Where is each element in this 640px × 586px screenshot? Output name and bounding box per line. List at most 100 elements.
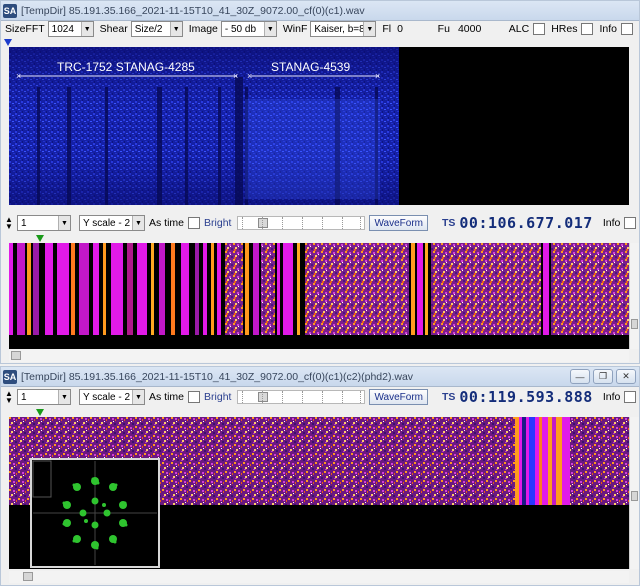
spectrum-window-2: SA [TempDir] 85.191.35.166_2021-11-15T10…	[0, 366, 640, 586]
bright-label-2: Bright	[204, 391, 232, 403]
yscale-value-2: Y scale - 2	[83, 391, 131, 403]
image-group: Image - 50 db ▼	[189, 21, 277, 37]
sizefft-label: SizeFFT	[5, 23, 45, 35]
timestamp-value: 00:106.677.017	[459, 214, 593, 232]
vertical-scrollbar-thumb-2[interactable]	[631, 491, 638, 501]
chevron-down-icon: ▼	[169, 22, 182, 36]
winf-select[interactable]: Kaiser, b=8 ▼	[310, 21, 377, 37]
fl-value[interactable]: 0	[397, 23, 403, 35]
spectrogram-panel[interactable]: × × × × TRC-1752 STANAG-4285 STANAG-4539	[9, 47, 629, 205]
bright-slider-thumb-2[interactable]	[258, 392, 269, 402]
horizontal-scrollbar-2[interactable]	[9, 571, 629, 583]
vertical-scrollbar-thumb-1[interactable]	[631, 319, 638, 329]
restore-icon[interactable]: ❐	[593, 369, 613, 384]
window-2-titlebar[interactable]: SA [TempDir] 85.191.35.166_2021-11-15T10…	[1, 367, 639, 387]
spectrum-toolbar: SizeFFT 1024 ▼ Shear Size/2 ▼ Image - 50 d…	[1, 19, 639, 39]
bright-slider-2[interactable]	[237, 390, 366, 404]
horizontal-scrollbar-thumb-1[interactable]	[11, 351, 21, 360]
yscale-value: Y scale - 2	[83, 217, 131, 229]
info-label: Info	[602, 217, 621, 229]
phase-plot-baseline	[9, 335, 629, 349]
playhead-marker-icon[interactable]	[36, 409, 44, 416]
winf-value: Kaiser, b=8	[314, 23, 365, 35]
chevron-down-icon: ▼	[58, 390, 70, 404]
fu-group: Fu 4000	[438, 23, 503, 35]
image-db-value: - 50 db	[224, 23, 257, 35]
minimize-icon[interactable]: —	[570, 369, 590, 384]
shear-group: Shear Size/2 ▼	[100, 21, 183, 37]
horizontal-scrollbar-1[interactable]	[9, 350, 629, 362]
info-checkbox-top[interactable]	[621, 23, 633, 35]
yscale-select-2[interactable]: Y scale - 2 ▼	[79, 389, 145, 405]
image-label: Image	[188, 23, 218, 35]
channel-spin-input[interactable]: 1 ▼	[17, 215, 71, 231]
hres-checkbox[interactable]	[581, 23, 594, 35]
waveform-controls-1: ▲ ▼ 1 ▼ Y scale - 2 ▼ As time Bright WaveFo…	[1, 213, 639, 233]
svg-text:×: ×	[233, 71, 238, 81]
frequency-ruler[interactable]	[1, 39, 631, 47]
close-icon[interactable]: ✕	[616, 369, 636, 384]
alc-group: ALC	[508, 23, 546, 35]
horizontal-scrollbar-thumb-2[interactable]	[23, 572, 33, 581]
fu-value[interactable]: 4000	[458, 23, 481, 35]
chevron-down-icon: ▼	[363, 22, 376, 36]
phase-plot-svg-2	[9, 417, 629, 569]
as-time-checkbox[interactable]	[188, 217, 201, 229]
winf-label: WinF	[282, 23, 308, 35]
as-time-checkbox-2[interactable]	[188, 391, 201, 403]
chevron-down-icon: ▼	[80, 22, 93, 36]
shear-label: Shear	[99, 23, 128, 35]
window-2-buttons: — ❐ ✕	[570, 369, 636, 384]
info-checkbox-2[interactable]	[624, 391, 637, 403]
bright-label: Bright	[204, 217, 232, 229]
as-time-label-2: As time	[149, 391, 185, 403]
phase-stripes-1	[9, 243, 629, 335]
waveform-button[interactable]: WaveForm	[369, 215, 428, 231]
info-checkbox[interactable]	[624, 217, 637, 229]
channel-spin-input-2[interactable]: 1 ▼	[17, 389, 71, 405]
vertical-scrollbar-1[interactable]	[629, 243, 639, 349]
sizefft-value: 1024	[51, 23, 74, 35]
window-2-title: [TempDir] 85.191.35.166_2021-11-15T10_41…	[21, 370, 414, 383]
info-label-2: Info	[602, 391, 621, 403]
channel-spin-value-2: 1	[21, 391, 27, 403]
svg-text:×: ×	[16, 71, 21, 81]
spectrum-window-1: SA [TempDir] 85.191.35.166_2021-11-15T10…	[0, 0, 640, 364]
annotation-right-label: STANAG-4539	[271, 60, 350, 74]
timestamp-value-2: 00:119.593.888	[459, 388, 593, 406]
sizefft-select[interactable]: 1024 ▼	[47, 21, 94, 37]
annotation-left-label: TRC-1752 STANAG-4285	[57, 60, 195, 74]
spectrogram-svg: × × × × TRC-1752 STANAG-4285 STANAG-4539	[9, 47, 399, 205]
constellation-inset	[30, 458, 160, 568]
phase-plot-panel-2[interactable]	[9, 417, 629, 569]
bright-slider-thumb[interactable]	[258, 218, 269, 228]
time-ruler-1[interactable]	[1, 235, 631, 243]
chevron-down-icon: ▼	[263, 22, 276, 36]
hres-label: HRes	[551, 23, 578, 35]
alc-checkbox[interactable]	[533, 23, 546, 35]
phase-plot-panel-1[interactable]	[9, 243, 629, 349]
yscale-select[interactable]: Y scale - 2 ▼	[79, 215, 145, 231]
svg-text:×: ×	[375, 71, 380, 81]
image-db-select[interactable]: - 50 db ▼	[220, 21, 277, 37]
shear-select[interactable]: Size/2 ▼	[130, 21, 183, 37]
window-1-titlebar[interactable]: SA [TempDir] 85.191.35.166_2021-11-15T10…	[1, 1, 639, 21]
app-icon: SA	[3, 369, 17, 384]
playhead-marker-icon[interactable]	[4, 39, 12, 46]
alc-label: ALC	[508, 23, 530, 35]
scroll-up-down-icon[interactable]: ▲ ▼	[5, 390, 13, 405]
svg-text:×: ×	[247, 71, 252, 81]
hres-group: HRes	[551, 23, 594, 35]
chevron-down-icon: ▼	[132, 390, 144, 404]
waveform-button-2[interactable]: WaveForm	[369, 389, 428, 405]
sizefft-group: SizeFFT 1024 ▼	[5, 21, 94, 37]
fu-label: Fu	[437, 23, 450, 35]
bright-slider[interactable]	[237, 216, 366, 230]
playhead-marker-icon[interactable]	[36, 235, 44, 242]
time-ruler-2[interactable]	[1, 409, 631, 417]
vertical-scrollbar-2[interactable]	[629, 417, 639, 569]
chevron-down-icon: ▼	[132, 216, 144, 230]
info-group-top: Info	[599, 23, 633, 35]
channel-spin-value: 1	[21, 217, 27, 229]
scroll-up-down-icon[interactable]: ▲ ▼	[5, 216, 13, 231]
